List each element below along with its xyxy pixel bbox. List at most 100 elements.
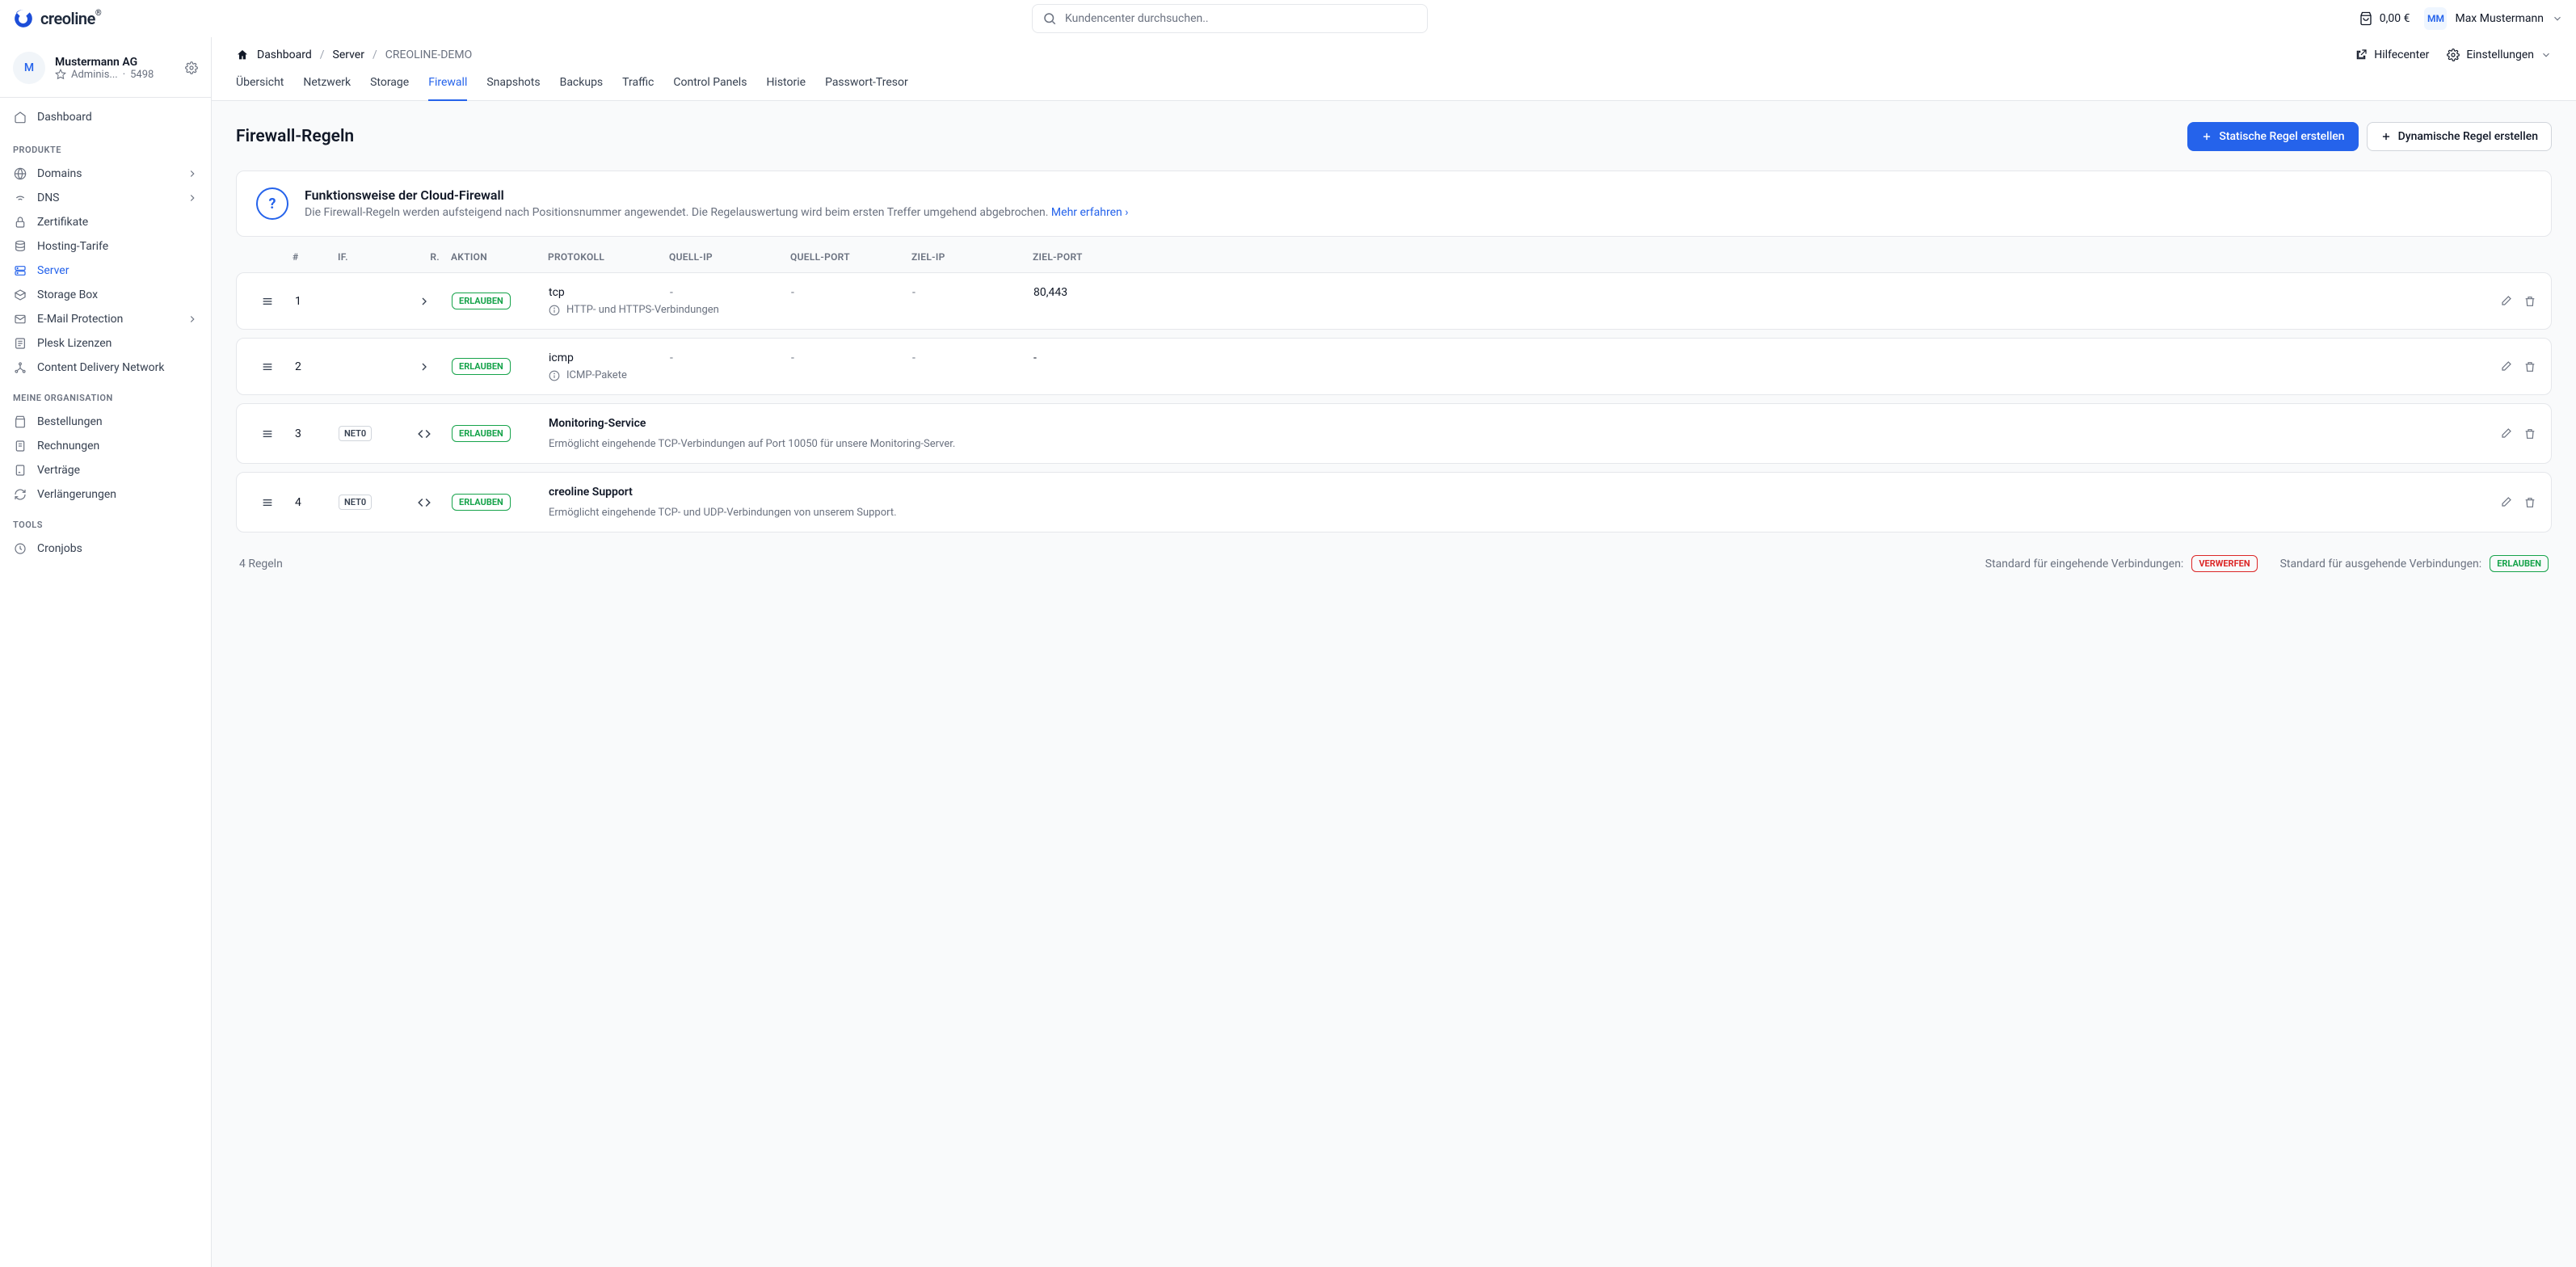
nav-bestellungen[interactable]: Bestellungen: [0, 410, 211, 434]
nav-zertifikate[interactable]: Zertifikate: [0, 210, 211, 234]
tab-firewall[interactable]: Firewall: [428, 76, 467, 100]
tab-snapshots[interactable]: Snapshots: [486, 76, 540, 100]
cart-button[interactable]: 0,00 €: [2359, 11, 2410, 26]
rule-dest-ip: -: [912, 351, 1033, 364]
tab-control panels[interactable]: Control Panels: [673, 76, 747, 100]
tab-netzwerk[interactable]: Netzwerk: [303, 76, 351, 100]
chevron-right-icon: [187, 314, 198, 325]
chevron-down-icon: [2540, 49, 2552, 61]
rule-number: 3: [290, 427, 335, 440]
tab-storage[interactable]: Storage: [370, 76, 409, 100]
table-row: 4 NET0 ERLAUBEN creoline Support Ermögli…: [236, 472, 2552, 532]
bag-icon: [2359, 11, 2373, 26]
user-avatar: MM: [2424, 7, 2447, 30]
rule-protocol: icmp: [549, 351, 670, 364]
brand-logo[interactable]: creoline®: [13, 8, 101, 29]
rule-description: Ermöglicht eingehende TCP- und UDP-Verbi…: [549, 507, 2467, 519]
org-name: Mustermann AG: [55, 56, 154, 69]
info-link[interactable]: Mehr erfahren ›: [1051, 206, 1129, 219]
tab-backups[interactable]: Backups: [560, 76, 604, 100]
tab-traffic[interactable]: Traffic: [622, 76, 654, 100]
incoming-default-label: Standard für eingehende Verbindungen:: [1985, 558, 2184, 570]
rule-interface: NET0: [335, 426, 400, 441]
nav-rechnungen[interactable]: Rechnungen: [0, 434, 211, 458]
nav-vertraege[interactable]: Verträge: [0, 458, 211, 482]
table-row: 2 ERLAUBEN icmp - - - - ICMP-Pakete: [236, 338, 2552, 395]
plus-icon: [2380, 131, 2392, 142]
create-static-rule-button[interactable]: Statische Regel erstellen: [2187, 122, 2358, 151]
outgoing-default-label: Standard für ausgehende Verbindungen:: [2280, 558, 2482, 570]
rule-title: Monitoring-Service: [549, 417, 2467, 430]
nav-cronjobs[interactable]: Cronjobs: [0, 537, 211, 561]
delete-rule-button[interactable]: [2523, 295, 2536, 308]
info-card: ? Funktionsweise der Cloud-Firewall Die …: [236, 170, 2552, 237]
edit-rule-button[interactable]: [2499, 360, 2512, 373]
star-icon: [55, 69, 66, 80]
user-menu[interactable]: MM Max Mustermann: [2424, 7, 2563, 30]
tab-übersicht[interactable]: Übersicht: [236, 76, 284, 100]
search-box[interactable]: [1032, 4, 1428, 33]
help-center-link[interactable]: Hilfecenter: [2355, 48, 2429, 61]
create-dynamic-rule-button[interactable]: Dynamische Regel erstellen: [2367, 122, 2552, 151]
tab-historie[interactable]: Historie: [766, 76, 806, 100]
nav-server[interactable]: Server: [0, 259, 211, 283]
rule-number: 2: [290, 360, 335, 373]
home-icon[interactable]: [236, 48, 249, 61]
chevron-right-icon: [187, 192, 198, 204]
logo-icon: [13, 8, 34, 29]
nav-plesk[interactable]: Plesk Lizenzen: [0, 331, 211, 356]
gear-icon: [2447, 48, 2460, 61]
drag-handle[interactable]: [245, 496, 290, 509]
drag-handle[interactable]: [245, 360, 290, 373]
rule-direction-icon: [400, 360, 448, 373]
edit-rule-button[interactable]: [2499, 427, 2512, 440]
rule-number: 4: [290, 496, 335, 509]
settings-menu[interactable]: Einstellungen: [2447, 48, 2552, 61]
rule-action-badge: ERLAUBEN: [452, 293, 511, 309]
user-name: Max Mustermann: [2455, 12, 2544, 25]
info-icon: [549, 370, 560, 381]
rule-description: ICMP-Pakete: [549, 369, 2467, 381]
home-icon: [13, 111, 27, 124]
rule-source-port: -: [791, 286, 912, 299]
chevron-down-icon: [2552, 13, 2563, 24]
edit-rule-button[interactable]: [2499, 295, 2512, 308]
outgoing-default-badge: ERLAUBEN: [2490, 555, 2549, 572]
breadcrumb-server[interactable]: Server: [333, 48, 364, 61]
database-icon: [13, 240, 27, 253]
drag-handle[interactable]: [245, 295, 290, 308]
rule-dest-port: 80,443: [1033, 286, 1155, 299]
network-icon: [13, 361, 27, 374]
wifi-icon: [13, 192, 27, 204]
rule-description: Ermöglicht eingehende TCP-Verbindungen a…: [549, 438, 2467, 450]
history-icon: [13, 542, 27, 555]
table-row: 3 NET0 ERLAUBEN Monitoring-Service Ermög…: [236, 403, 2552, 464]
nav-dashboard[interactable]: Dashboard: [0, 103, 211, 132]
question-icon: ?: [256, 187, 288, 220]
nav-domains[interactable]: Domains: [0, 162, 211, 186]
nav-hosting[interactable]: Hosting-Tarife: [0, 234, 211, 259]
breadcrumb-dashboard[interactable]: Dashboard: [257, 48, 312, 61]
tab-passwort-tresor[interactable]: Passwort-Tresor: [825, 76, 908, 100]
delete-rule-button[interactable]: [2523, 496, 2536, 509]
rule-action-badge: ERLAUBEN: [452, 494, 511, 511]
nav-verlaengerungen[interactable]: Verlängerungen: [0, 482, 211, 507]
breadcrumb: Dashboard / Server / CREOLINE-DEMO: [236, 48, 472, 61]
nav-group-org: MEINE ORGANISATION: [0, 380, 211, 410]
rule-direction-icon: [400, 427, 448, 441]
drag-handle[interactable]: [245, 427, 290, 440]
invoice-icon: [13, 440, 27, 452]
search-input[interactable]: [1065, 12, 1417, 25]
delete-rule-button[interactable]: [2523, 427, 2536, 440]
info-icon: [549, 305, 560, 316]
edit-rule-button[interactable]: [2499, 496, 2512, 509]
org-switcher[interactable]: M Mustermann AG Adminis...·5498: [0, 37, 211, 97]
nav-dns[interactable]: DNS: [0, 186, 211, 210]
delete-rule-button[interactable]: [2523, 360, 2536, 373]
nav-storage[interactable]: Storage Box: [0, 283, 211, 307]
org-settings-button[interactable]: [185, 61, 198, 74]
nav-email[interactable]: E-Mail Protection: [0, 307, 211, 331]
incoming-default-badge: VERWERFEN: [2191, 555, 2257, 572]
nav-cdn[interactable]: Content Delivery Network: [0, 356, 211, 380]
rule-dest-ip: -: [912, 286, 1033, 299]
